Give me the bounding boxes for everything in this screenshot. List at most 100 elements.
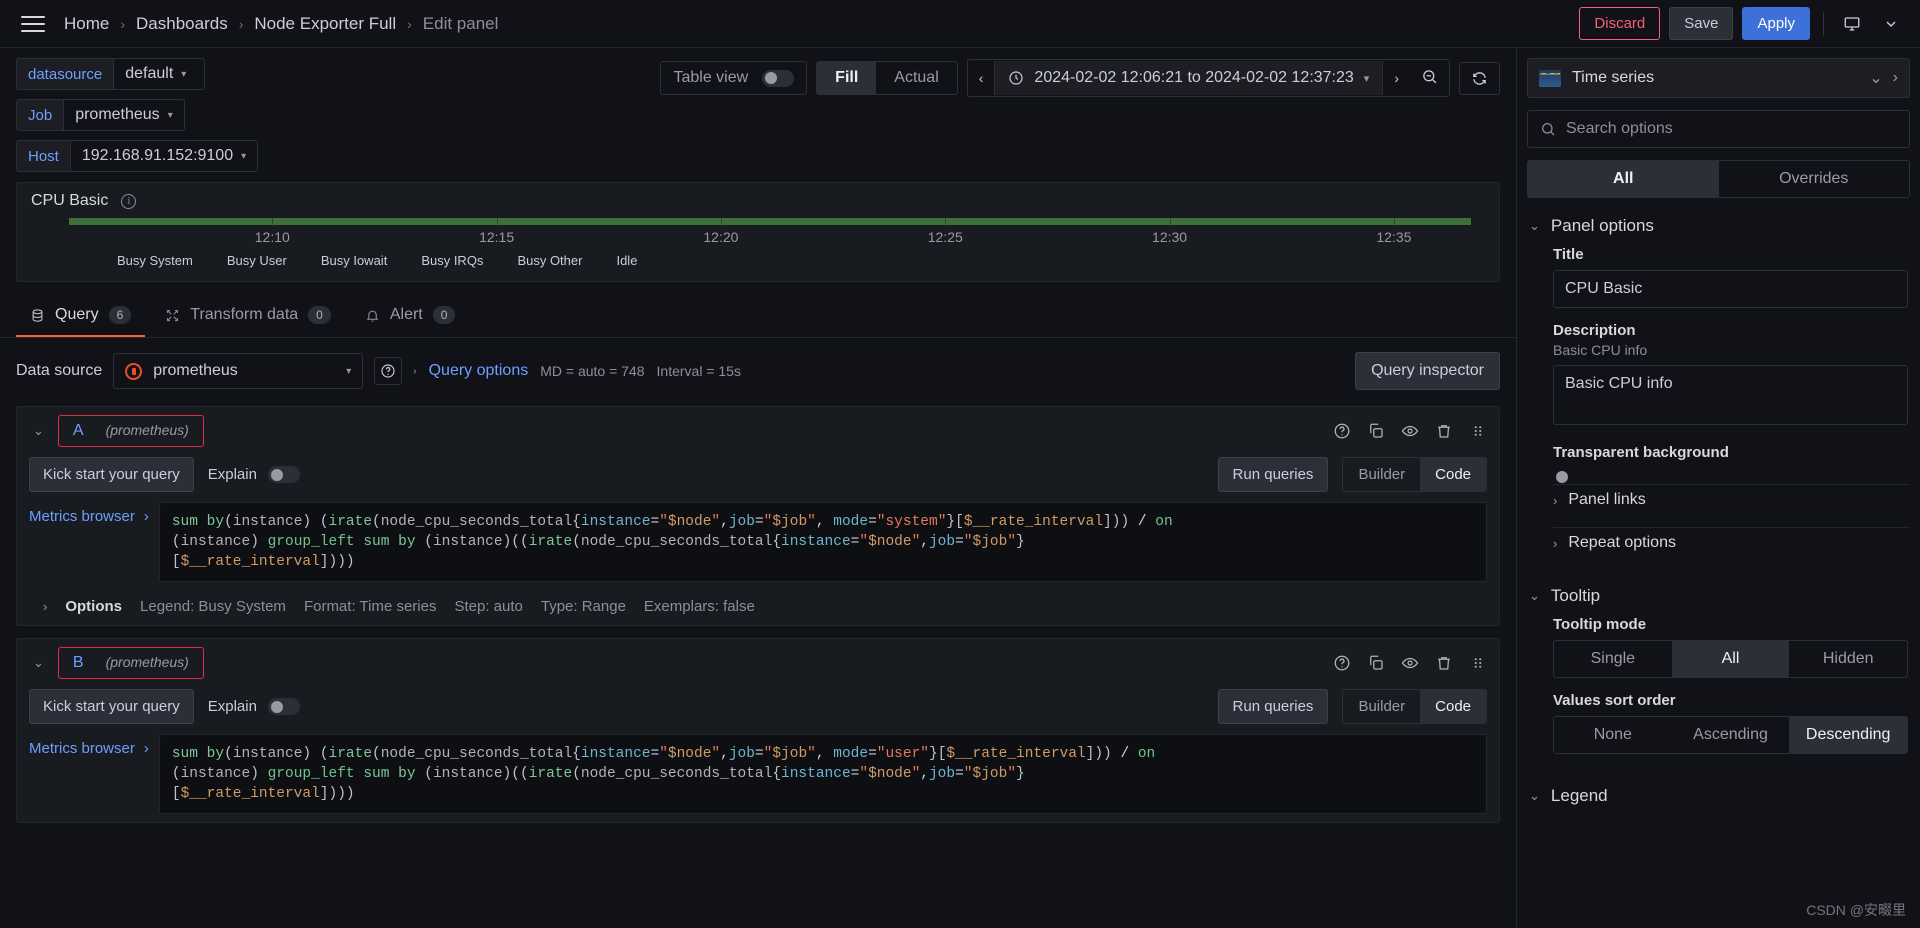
- kick-start-query-button-b[interactable]: Kick start your query: [29, 689, 194, 724]
- query-b-expression[interactable]: sum by(instance) (irate(node_cpu_seconds…: [158, 734, 1487, 814]
- time-range-display[interactable]: 2024-02-02 12:06:21 to 2024-02-02 12:37:…: [994, 61, 1384, 95]
- search-options-field[interactable]: [1527, 110, 1910, 148]
- breadcrumb-dashboards[interactable]: Dashboards: [136, 14, 228, 34]
- chevron-right-icon[interactable]: ›: [1893, 69, 1898, 87]
- table-view-toggle[interactable]: Table view: [660, 61, 808, 95]
- tv-display-icon[interactable]: [1837, 9, 1867, 39]
- visualization-picker[interactable]: Time series ⌄ ›: [1527, 58, 1910, 98]
- query-options-toggle[interactable]: Query options: [429, 362, 529, 380]
- breadcrumb-separator-icon: ›: [120, 15, 126, 32]
- builder-option-b[interactable]: Builder: [1343, 690, 1420, 723]
- sort-descending[interactable]: Descending: [1789, 717, 1907, 753]
- section-tooltip[interactable]: ⌄ Tooltip: [1527, 568, 1910, 616]
- chevron-down-icon[interactable]: ⌄: [29, 419, 48, 443]
- panel-title-input[interactable]: [1553, 270, 1908, 308]
- tab-query[interactable]: Query 6: [16, 296, 146, 337]
- toggle-visibility-icon[interactable]: [1401, 654, 1419, 672]
- sort-ascending[interactable]: Ascending: [1672, 717, 1790, 753]
- variable-select-job[interactable]: prometheus ▾: [63, 99, 185, 131]
- filter-overrides[interactable]: Overrides: [1719, 161, 1910, 197]
- tooltip-mode-single[interactable]: Single: [1554, 641, 1672, 677]
- breadcrumb-home[interactable]: Home: [64, 14, 109, 34]
- legend-item[interactable]: Busy Other: [517, 253, 582, 268]
- metrics-browser-button-b[interactable]: Metrics browser ›: [29, 734, 159, 757]
- filter-all[interactable]: All: [1528, 161, 1719, 197]
- help-circle-icon[interactable]: [1333, 422, 1351, 440]
- query-b-refid-box[interactable]: B (prometheus): [57, 647, 204, 679]
- delete-query-icon[interactable]: [1435, 654, 1453, 672]
- variable-select-host[interactable]: 192.168.91.152:9100 ▾: [69, 140, 259, 172]
- tooltip-mode-hidden[interactable]: Hidden: [1789, 641, 1907, 677]
- query-a-refid-box[interactable]: A (prometheus): [57, 415, 204, 447]
- panel-description-textarea[interactable]: [1553, 365, 1908, 425]
- duplicate-query-icon[interactable]: [1367, 654, 1385, 672]
- variable-select-datasource[interactable]: default ▾: [113, 58, 206, 90]
- chevron-down-icon[interactable]: ⌄: [1869, 68, 1882, 88]
- tab-transform-data[interactable]: Transform data 0: [151, 296, 345, 337]
- hamburger-menu-icon[interactable]: [18, 9, 48, 39]
- query-a-exemplars: Exemplars: false: [643, 598, 755, 615]
- query-inspector-button[interactable]: Query inspector: [1355, 352, 1500, 390]
- subsection-repeat-options[interactable]: › Repeat options: [1527, 528, 1910, 568]
- zoom-out-icon[interactable]: [1410, 60, 1449, 96]
- help-circle-icon[interactable]: [374, 357, 403, 385]
- run-queries-button-a[interactable]: Run queries: [1217, 457, 1329, 492]
- code-option-b[interactable]: Code: [1420, 690, 1486, 723]
- section-panel-options[interactable]: ⌄ Panel options: [1527, 198, 1910, 246]
- query-a-expression[interactable]: sum by(instance) (irate(node_cpu_seconds…: [158, 502, 1487, 582]
- legend-item[interactable]: Busy System: [117, 253, 193, 268]
- query-b-refid: B: [72, 654, 84, 671]
- explain-toggle-a[interactable]: Explain: [208, 466, 300, 483]
- time-range-next-button[interactable]: ›: [1383, 62, 1410, 94]
- section-legend[interactable]: ⌄ Legend: [1527, 768, 1910, 816]
- drag-handle-icon[interactable]: [1469, 654, 1487, 672]
- panel-preview[interactable]: CPU Basic i 12:10 12:15 12:20 12:25 12:3…: [16, 182, 1500, 282]
- discard-button[interactable]: Discard: [1579, 7, 1661, 40]
- explain-toggle-b[interactable]: Explain: [208, 698, 300, 715]
- save-button[interactable]: Save: [1669, 7, 1734, 40]
- run-queries-button-b[interactable]: Run queries: [1217, 689, 1329, 724]
- chevron-down-icon[interactable]: ⌄: [29, 651, 48, 675]
- sort-none[interactable]: None: [1554, 717, 1672, 753]
- panel-options-pane: Time series ⌄ › All Overrides ⌄ P: [1516, 48, 1920, 928]
- tab-alert[interactable]: Alert 0: [351, 296, 470, 337]
- actual-option[interactable]: Actual: [876, 62, 956, 94]
- tab-query-label: Query: [55, 306, 99, 323]
- builder-option-a[interactable]: Builder: [1343, 458, 1420, 491]
- query-a-header: ⌄ A (prometheus): [17, 407, 1499, 455]
- code-option-a[interactable]: Code: [1420, 458, 1486, 491]
- refresh-icon[interactable]: [1459, 61, 1500, 95]
- explain-switch-a[interactable]: [267, 466, 300, 483]
- subsection-panel-links[interactable]: › Panel links: [1527, 485, 1910, 525]
- query-a-options-row[interactable]: › Options Legend: Busy System Format: Ti…: [17, 590, 1499, 625]
- query-b-body: Metrics browser › sum by(instance) (irat…: [17, 734, 1499, 822]
- drag-handle-icon[interactable]: [1469, 422, 1487, 440]
- legend-item[interactable]: Idle: [616, 253, 637, 268]
- editor-left-column: datasource default ▾ Job prometheus ▾ Ho…: [0, 48, 1516, 928]
- duplicate-query-icon[interactable]: [1367, 422, 1385, 440]
- legend-item[interactable]: Busy Iowait: [321, 253, 387, 268]
- field-transparent-background: Transparent background: [1527, 444, 1910, 482]
- fill-option[interactable]: Fill: [817, 62, 877, 94]
- breadcrumb-node-exporter-full[interactable]: Node Exporter Full: [254, 14, 396, 34]
- info-circle-icon[interactable]: i: [121, 193, 137, 209]
- delete-query-icon[interactable]: [1435, 422, 1453, 440]
- time-range-prev-button[interactable]: ‹: [968, 62, 995, 94]
- tab-transform-count: 0: [308, 306, 331, 324]
- chevron-down-icon[interactable]: [1876, 9, 1906, 39]
- metrics-browser-button-a[interactable]: Metrics browser ›: [29, 502, 159, 525]
- kick-start-query-button-a[interactable]: Kick start your query: [29, 457, 194, 492]
- legend-item[interactable]: Busy IRQs: [421, 253, 483, 268]
- apply-button[interactable]: Apply: [1742, 7, 1810, 40]
- table-view-switch[interactable]: [762, 69, 795, 87]
- tooltip-mode-all[interactable]: All: [1671, 641, 1790, 677]
- time-series-chart[interactable]: 12:10 12:15 12:20 12:25 12:30 12:35 Busy…: [69, 218, 1471, 280]
- data-source-select[interactable]: prometheus ▾: [113, 353, 364, 389]
- toggle-visibility-icon[interactable]: [1401, 422, 1419, 440]
- query-a-body: Metrics browser › sum by(instance) (irat…: [17, 502, 1499, 590]
- search-input[interactable]: [1566, 120, 1897, 138]
- chevron-right-icon[interactable]: ›: [413, 366, 416, 377]
- help-circle-icon[interactable]: [1333, 654, 1351, 672]
- explain-switch-b[interactable]: [267, 698, 300, 715]
- legend-item[interactable]: Busy User: [227, 253, 287, 268]
